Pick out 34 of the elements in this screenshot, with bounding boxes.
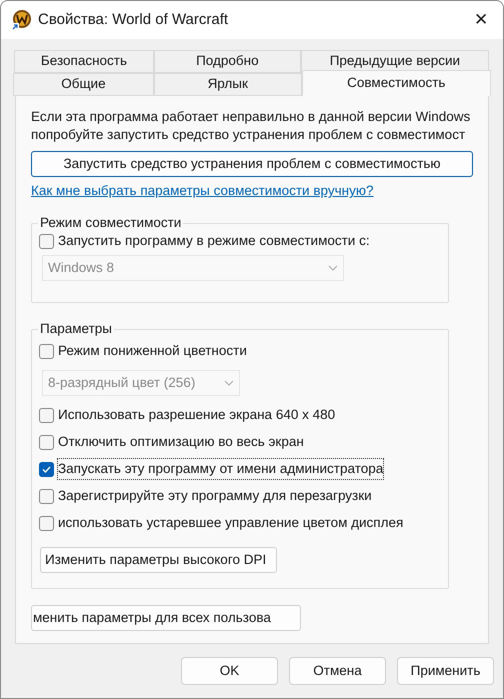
checkbox-label: Запустить программу в режиме совместимости с: [58,232,370,250]
checkbox[interactable] [39,516,54,531]
dialog-button[interactable]: Отмена [289,657,386,685]
checkbox-label: Запускать эту программу от имени администратора [58,459,384,480]
tab[interactable]: Ярлык [154,73,302,96]
checkbox-label: Зарегистрируйте эту программу для перезагрузки [58,487,372,506]
help-link[interactable]: Как мне выбрать параметры совместимости вручную? [31,181,374,202]
tab[interactable]: Совместимость [302,70,491,96]
window-title: Свойства: World of Warcraft [38,10,228,30]
dpi-button[interactable]: Изменить параметры высокого DPI [40,547,277,574]
app-icon [10,9,32,31]
checkbox-label: Отключить оптимизацию во весь экран [58,433,304,452]
checkbox[interactable] [39,488,54,504]
dialog-button[interactable]: OK [181,657,278,685]
checkbox[interactable] [39,408,54,423]
troubleshoot-button[interactable]: Запустить средство устранения проблем с совместимостью [31,151,473,177]
tab[interactable]: Подробно [154,50,301,73]
dialog-button[interactable]: Применить [397,657,494,685]
close-button[interactable]: ✕ [474,7,488,33]
tab[interactable]: Безопасность [14,50,154,73]
chevron-icon [328,265,338,272]
checkbox[interactable] [39,234,54,249]
tab[interactable]: Общие [13,73,154,96]
checkbox[interactable] [39,344,54,359]
description-line: Если эта программа работает неправильно в данной версии Windows [31,108,472,126]
checkbox[interactable] [39,462,54,477]
all-users-button[interactable]: менить параметры для всех пользова [31,605,301,632]
checkbox[interactable] [39,434,54,450]
checkbox-label: Режим пониженной цветности [58,342,247,360]
chevron-icon [224,380,234,386]
description-line: попробуйте запустить средство устранения проблем с совместимост [31,126,466,144]
group-title: Параметры [38,321,114,338]
checkbox-label: Использовать разрешение экрана 640 x 480 [58,406,336,424]
checkbox-label: использовать устаревшее управление цветом дисплея [58,514,404,532]
